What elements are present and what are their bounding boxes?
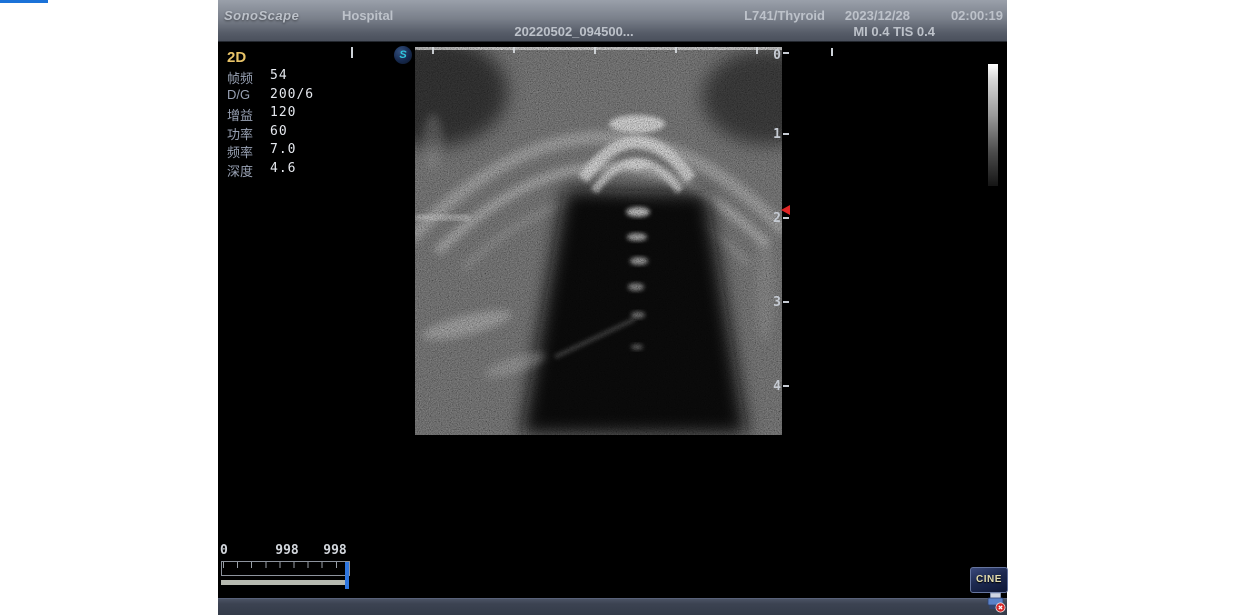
param-row-power: 功率 60 xyxy=(227,124,269,142)
ultrasound-image[interactable] xyxy=(415,47,782,435)
depth-ruler-dash xyxy=(783,217,789,219)
depth-ruler-dash xyxy=(783,301,789,303)
depth-tick-0: 0 xyxy=(763,48,781,63)
mi-tis-values: MI 0.4 TIS 0.4 xyxy=(853,24,935,39)
param-value: 60 xyxy=(270,124,288,139)
param-label: 深度 xyxy=(227,161,269,180)
probe-orientation-icon: S xyxy=(394,46,412,64)
depth-ruler-dash xyxy=(783,385,789,387)
depth-tick-4: 4 xyxy=(763,379,781,394)
bottom-taskbar xyxy=(218,598,1007,615)
param-row-gain: 增益 120 xyxy=(227,105,269,123)
top-status-bar: SonoScape Hospital 20220502_094500... L7… xyxy=(218,0,1007,42)
param-label: D/G xyxy=(227,87,269,102)
param-value: 54 xyxy=(270,68,288,83)
cine-button[interactable]: CINE xyxy=(970,567,1008,593)
cine-frame-ruler[interactable] xyxy=(221,561,350,576)
param-label: 功率 xyxy=(227,124,269,143)
param-label: 增益 xyxy=(227,105,269,124)
sonoscape-logo: SonoScape xyxy=(224,8,299,23)
param-value: 200/6 xyxy=(270,87,314,102)
depth-tick-3: 3 xyxy=(763,295,781,310)
ultrasound-bmode-render xyxy=(415,47,782,435)
depth-ruler-dash xyxy=(783,133,789,135)
probe-center-marker-right xyxy=(831,48,833,56)
param-value: 4.6 xyxy=(270,161,296,176)
cine-total-frames: 998 xyxy=(321,543,349,558)
system-date: 2023/12/28 xyxy=(845,8,910,23)
param-row-depth: 深度 4.6 xyxy=(227,161,269,179)
cine-progress-fill[interactable] xyxy=(221,580,346,585)
probe-center-marker-left xyxy=(351,47,353,58)
exam-id: 20220502_094500... xyxy=(474,24,674,39)
imaging-mode-label: 2D xyxy=(227,49,246,66)
depth-tick-1: 1 xyxy=(763,127,781,142)
focus-position-marker[interactable] xyxy=(781,205,790,215)
depth-ruler-dash xyxy=(783,52,789,54)
desktop: SonoScape Hospital 20220502_094500... L7… xyxy=(0,0,1239,615)
param-label: 帧频 xyxy=(227,68,269,87)
param-value: 120 xyxy=(270,105,296,120)
param-row-frequency: 频率 7.0 xyxy=(227,142,269,160)
printer-status-icon[interactable] xyxy=(986,592,1006,613)
ultrasound-app-screen: SonoScape Hospital 20220502_094500... L7… xyxy=(218,0,1007,615)
cine-ruler-ticks xyxy=(223,562,348,568)
hospital-name: Hospital xyxy=(342,8,393,23)
cine-playhead[interactable] xyxy=(345,562,349,589)
probe-preset: L741/Thyroid xyxy=(744,8,825,23)
cine-start-frame: 0 xyxy=(220,543,228,558)
depth-tick-2: 2 xyxy=(763,211,781,226)
grayscale-map-bar xyxy=(988,64,998,186)
param-row-dg: D/G 200/6 xyxy=(227,87,269,105)
system-time: 02:00:19 xyxy=(951,8,1003,23)
param-label: 频率 xyxy=(227,142,269,161)
top-left-accent-line xyxy=(0,0,48,3)
cine-current-frame: 998 xyxy=(273,543,301,558)
param-row-framerate: 帧频 54 xyxy=(227,68,269,86)
param-value: 7.0 xyxy=(270,142,296,157)
